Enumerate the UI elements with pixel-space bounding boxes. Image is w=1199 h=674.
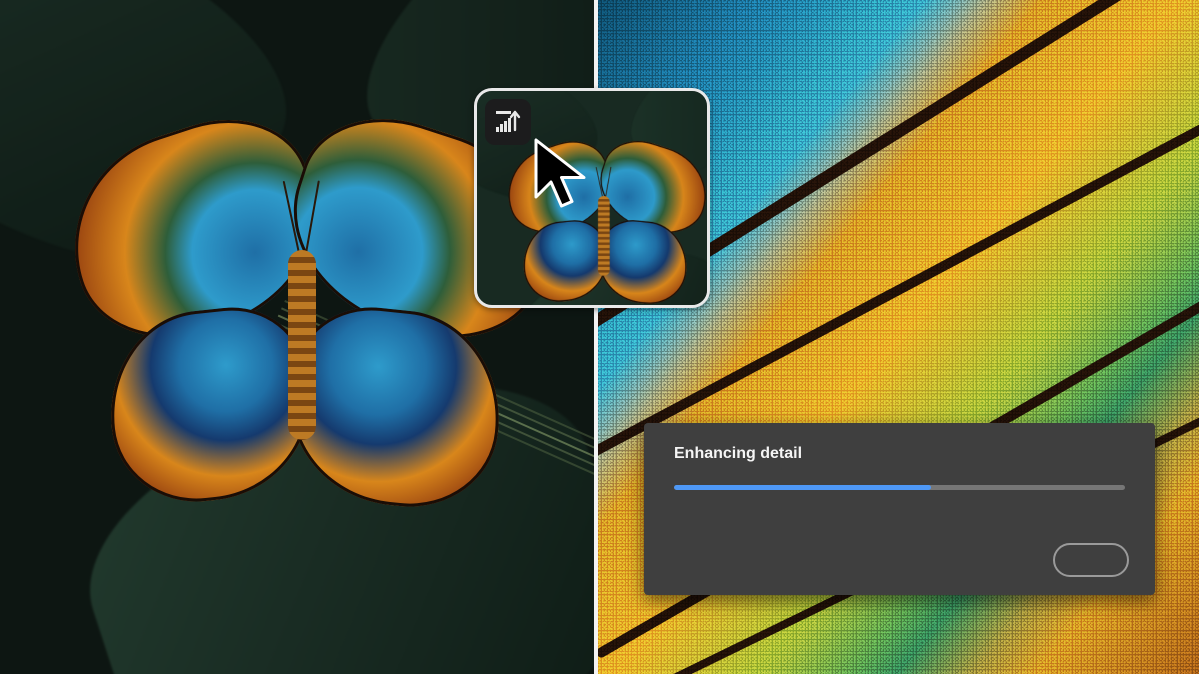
progress-dialog: Enhancing detail bbox=[644, 423, 1155, 595]
action-thumbnail bbox=[474, 88, 710, 308]
progress-bar bbox=[674, 485, 1125, 490]
cancel-button[interactable] bbox=[1053, 543, 1129, 577]
upscale-detail-icon[interactable] bbox=[485, 99, 531, 145]
progress-fill bbox=[674, 485, 931, 490]
dialog-title: Enhancing detail bbox=[674, 445, 1125, 463]
